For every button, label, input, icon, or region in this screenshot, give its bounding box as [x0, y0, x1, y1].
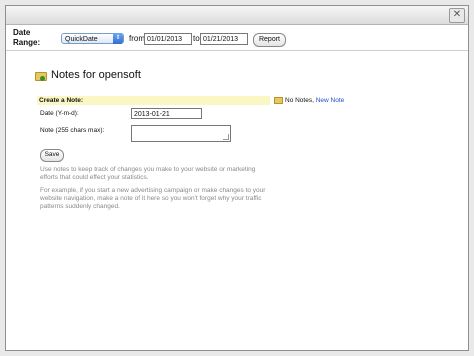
close-button[interactable]: ✕	[449, 8, 465, 23]
notes-status: No Notes, New Note	[274, 96, 344, 105]
save-button[interactable]: Save	[40, 149, 64, 162]
updown-arrow-icon: ⇕	[113, 33, 123, 44]
create-note-header: Create a Note:	[37, 96, 270, 105]
note-textarea[interactable]	[131, 125, 231, 142]
date-label: Date (Y-m-d):	[40, 110, 79, 117]
toolbar-divider	[6, 50, 468, 51]
report-button[interactable]: Report	[253, 33, 286, 47]
note-date-input[interactable]: 2013-01-21	[131, 108, 202, 119]
title-bar: ✕	[6, 6, 468, 25]
resize-grip[interactable]	[223, 134, 229, 140]
to-date-input[interactable]: 01/21/2013	[200, 33, 248, 45]
help-text-usage: Use notes to keep track of changes you m…	[40, 166, 256, 181]
help-text-example: For example, if you start a new advertis…	[40, 187, 266, 210]
note-label: Note (255 chars max):	[40, 127, 105, 134]
date-range-label: Date Range:	[13, 28, 41, 47]
quickdate-select[interactable]: QuickDate ⇕	[61, 33, 124, 44]
to-label: to	[193, 34, 200, 43]
folder-add-icon	[274, 96, 283, 104]
from-label: from	[129, 34, 145, 43]
new-note-link[interactable]: New Note	[316, 97, 345, 104]
from-date-input[interactable]: 01/01/2013	[144, 33, 192, 45]
app-window: ✕ Date Range: QuickDate ⇕ from 01/01/201…	[5, 5, 469, 351]
folder-add-icon	[35, 72, 47, 81]
page-title: Notes for opensoft	[51, 69, 141, 81]
close-icon: ✕	[452, 9, 462, 20]
